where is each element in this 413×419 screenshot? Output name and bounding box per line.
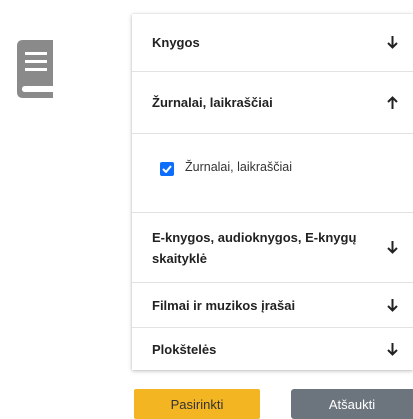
accordion-header-ploksteles[interactable]: Plokštelės [132,328,413,370]
cancel-button[interactable]: Atšaukti [291,389,413,419]
accordion-header-label: Žurnalai, laikraščiai [152,95,273,110]
accordion-header-label: E-knygos, audioknygos, E-knygų skaityklė [152,229,357,266]
checkbox-label: Žurnalai, laikraščiai [185,160,292,174]
arrow-down-icon [385,342,399,356]
arrow-up-icon [385,96,399,110]
category-accordion: Knygos Žurnalai, laikraščiai Žurnalai, l… [132,14,413,370]
arrow-down-icon [385,36,399,50]
accordion-header-filmai[interactable]: Filmai ir muzikos įrašai [132,283,413,327]
accordion-body-zurnalai: Žurnalai, laikraščiai [132,133,413,211]
select-button[interactable]: Pasirinkti [134,389,260,419]
accordion-header-e-knygos[interactable]: E-knygos, audioknygos, E-knygų skaityklė [132,213,413,282]
book-icon [9,40,61,98]
accordion-header-label: Plokštelės [152,341,217,357]
arrow-down-icon [385,298,399,312]
accordion-header-zurnalai[interactable]: Žurnalai, laikraščiai [132,72,413,133]
accordion-header-label: Filmai ir muzikos įrašai [152,297,296,313]
checkbox-checked[interactable] [160,162,174,176]
accordion-header-knygos[interactable]: Knygos [132,14,413,71]
accordion-header-label: Knygos [152,35,200,50]
checkbox-option-zurnalai[interactable]: Žurnalai, laikraščiai [160,158,292,176]
arrow-down-icon [385,241,399,255]
